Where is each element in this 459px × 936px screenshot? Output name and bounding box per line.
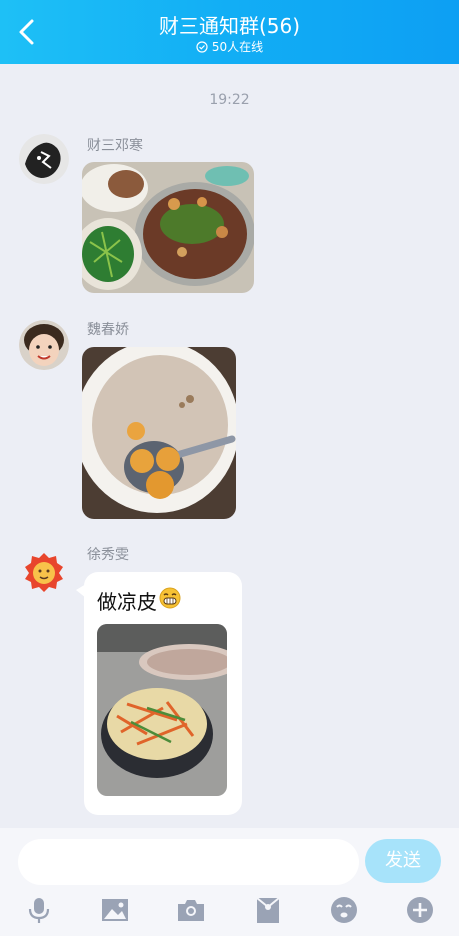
sweet-soup-bowl-photo[interactable]	[82, 347, 236, 519]
red-packet-icon[interactable]	[253, 895, 283, 925]
sender-name: 魏春娇	[87, 322, 129, 338]
online-status: 50人在线	[0, 38, 459, 55]
message-timestamp: 19:22	[209, 92, 250, 108]
sender-name: 财三邓寒	[87, 138, 143, 154]
food-dish-photo[interactable]	[82, 162, 254, 293]
image-icon[interactable]	[100, 895, 130, 925]
plus-icon[interactable]	[405, 895, 435, 925]
avatar[interactable]	[19, 547, 69, 597]
online-count: 50人在线	[211, 40, 264, 54]
grinning-emoji-icon	[159, 587, 181, 614]
sender-name: 徐秀雯	[87, 547, 129, 563]
avatar[interactable]	[19, 134, 69, 184]
chat-header: 财三通知群(56) 50人在线	[0, 0, 459, 64]
send-button[interactable]: 发送	[365, 839, 441, 883]
check-circle-icon	[196, 40, 208, 53]
message-input[interactable]	[18, 839, 359, 885]
message-text-content: 做凉皮	[97, 590, 157, 614]
message-text: 做凉皮	[97, 586, 181, 615]
avatar[interactable]	[19, 320, 69, 370]
input-bar: 发送	[0, 828, 459, 936]
liangpi-noodles-photo[interactable]	[97, 624, 227, 796]
message-bubble[interactable]: 做凉皮	[84, 572, 242, 815]
mic-icon[interactable]	[24, 895, 54, 925]
group-title[interactable]: 财三通知群(56)	[0, 10, 459, 39]
camera-icon[interactable]	[176, 895, 206, 925]
emoji-icon[interactable]	[329, 895, 359, 925]
